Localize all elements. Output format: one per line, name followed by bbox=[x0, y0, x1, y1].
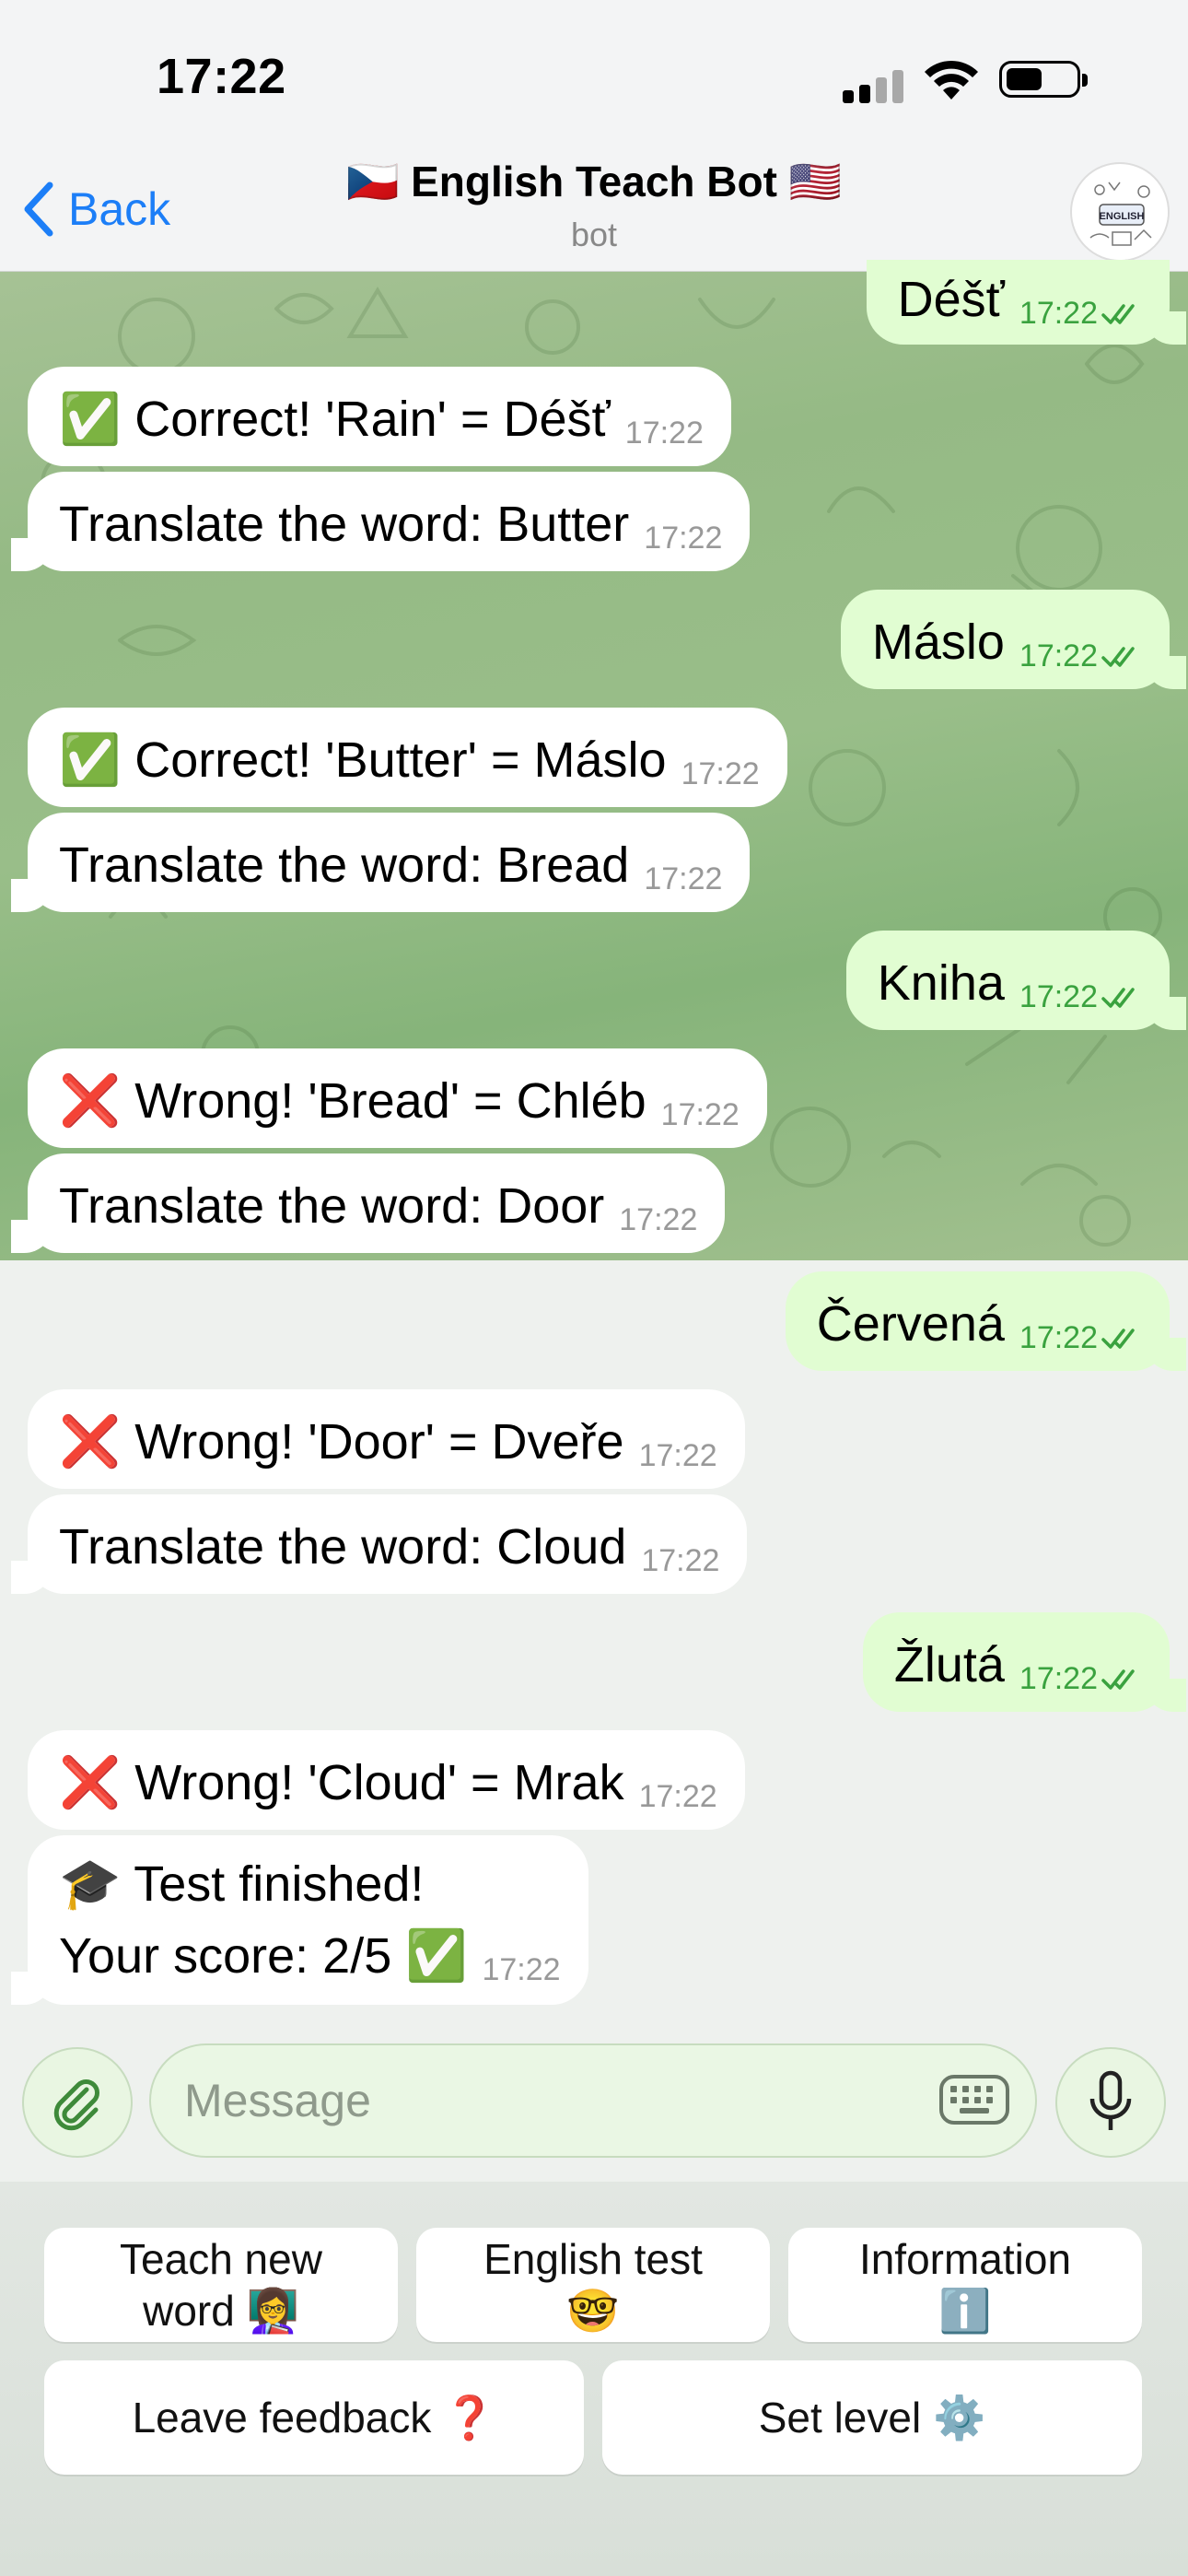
bot-avatar[interactable]: ENGLISH bbox=[1070, 162, 1170, 262]
double-check-icon bbox=[1101, 304, 1135, 324]
message-time: 17:22 bbox=[660, 1097, 740, 1132]
message-time: 17:22 bbox=[641, 1543, 720, 1578]
message-text: Translate the word: Cloud bbox=[59, 1519, 627, 1575]
message-time: 17:22 bbox=[638, 1438, 717, 1473]
message-text: Červená bbox=[816, 1296, 1005, 1352]
message-time: 17:22 bbox=[681, 756, 760, 791]
navigation-header: 17:22 Back 🇨🇿 English Teach Bot 🇺🇸 bot E… bbox=[0, 0, 1188, 272]
message-time: 17:22 bbox=[624, 416, 704, 451]
message-text: Translate the word: Butter bbox=[59, 497, 630, 552]
cellular-signal-icon bbox=[843, 66, 907, 103]
outgoing-message[interactable]: Déšť 17:22 bbox=[866, 260, 1187, 345]
double-check-icon bbox=[1101, 1329, 1135, 1349]
outgoing-message[interactable]: Žlutá 17:22 bbox=[862, 1612, 1187, 1712]
message-time: 17:22 bbox=[644, 521, 723, 556]
double-check-icon bbox=[1101, 988, 1135, 1008]
wifi-icon bbox=[925, 60, 978, 100]
avatar-label: ENGLISH bbox=[1100, 211, 1145, 222]
message-text: ❌ Wrong! 'Bread' = Chléb bbox=[59, 1073, 646, 1129]
message-text: ✅ Correct! 'Butter' = Máslo bbox=[59, 732, 667, 788]
message-time: 17:22 bbox=[1019, 638, 1098, 673]
incoming-message[interactable]: Translate the word: Door 17:22 bbox=[10, 1153, 726, 1253]
keyboard-icon[interactable] bbox=[938, 2071, 1011, 2128]
message-text: Žlutá bbox=[893, 1637, 1005, 1692]
double-check-icon bbox=[1101, 647, 1135, 667]
incoming-message[interactable]: 🎓 Test finished! Your score: 2/5 ✅ 17:22 bbox=[11, 1835, 588, 2005]
incoming-message[interactable]: Translate the word: Butter 17:22 bbox=[10, 472, 751, 571]
message-time: 17:22 bbox=[482, 1952, 561, 1987]
battery-icon bbox=[999, 61, 1088, 98]
status-time: 17:22 bbox=[157, 49, 286, 104]
microphone-icon bbox=[1089, 2070, 1132, 2130]
message-time: 17:22 bbox=[1019, 1661, 1098, 1696]
message-time: 17:22 bbox=[638, 1779, 717, 1814]
message-time: 17:22 bbox=[1019, 1320, 1098, 1355]
message-text-line-2: Your score: 2/5 ✅ bbox=[59, 1928, 468, 1984]
bot-reply-keyboard: Teach new word 👩‍🏫 English test 🤓 Informat… bbox=[0, 2182, 1188, 2576]
message-time: 17:22 bbox=[1019, 296, 1098, 331]
message-input[interactable]: Message bbox=[149, 2043, 1037, 2158]
message-text: ✅ Correct! 'Rain' = Déšť bbox=[59, 392, 611, 447]
message-placeholder: Message bbox=[184, 2075, 371, 2126]
information-button[interactable]: Information ℹ️ bbox=[788, 2228, 1142, 2342]
english-doodle-logo-icon: ENGLISH bbox=[1076, 168, 1168, 260]
outgoing-message[interactable]: Máslo 17:22 bbox=[840, 590, 1187, 689]
set-level-button[interactable]: Set level ⚙️ bbox=[602, 2360, 1142, 2475]
message-time: 17:22 bbox=[644, 861, 723, 896]
leave-feedback-button[interactable]: Leave feedback ❓ bbox=[44, 2360, 584, 2475]
incoming-message[interactable]: Translate the word: Cloud 17:22 bbox=[10, 1494, 748, 1594]
incoming-message[interactable]: ❌ Wrong! 'Door' = Dveře 17:22 bbox=[28, 1389, 745, 1489]
paperclip-icon bbox=[53, 2079, 99, 2131]
incoming-message[interactable]: ❌ Wrong! 'Cloud' = Mrak 17:22 bbox=[28, 1730, 745, 1830]
message-text: Déšť bbox=[897, 272, 1005, 327]
incoming-message[interactable]: Translate the word: Bread 17:22 bbox=[10, 813, 751, 912]
message-text: Máslo bbox=[871, 615, 1005, 670]
message-time: 17:22 bbox=[619, 1202, 698, 1237]
chat-title[interactable]: 🇨🇿 English Teach Bot 🇺🇸 bbox=[0, 157, 1188, 207]
english-test-button[interactable]: English test 🤓 bbox=[416, 2228, 770, 2342]
message-text: Translate the word: Door bbox=[59, 1178, 605, 1234]
outgoing-message[interactable]: Kniha 17:22 bbox=[845, 931, 1187, 1030]
teach-new-word-button[interactable]: Teach new word 👩‍🏫 bbox=[44, 2228, 398, 2342]
incoming-message[interactable]: ✅ Correct! 'Rain' = Déšť 17:22 bbox=[28, 367, 731, 466]
incoming-message[interactable]: ✅ Correct! 'Butter' = Máslo 17:22 bbox=[28, 708, 787, 807]
message-text: Translate the word: Bread bbox=[59, 837, 630, 893]
outgoing-message[interactable]: Červená 17:22 bbox=[785, 1271, 1187, 1371]
message-text-line-1: 🎓 Test finished! bbox=[59, 1856, 425, 1912]
message-text: Kniha bbox=[877, 955, 1005, 1011]
message-text: ❌ Wrong! 'Door' = Dveře bbox=[59, 1414, 624, 1469]
voice-record-button[interactable] bbox=[1055, 2047, 1166, 2158]
incoming-message[interactable]: ❌ Wrong! 'Bread' = Chléb 17:22 bbox=[28, 1048, 767, 1148]
chat-subtitle: bot bbox=[570, 216, 618, 253]
message-text: ❌ Wrong! 'Cloud' = Mrak bbox=[59, 1755, 624, 1810]
message-time: 17:22 bbox=[1019, 979, 1098, 1014]
attach-button[interactable] bbox=[22, 2047, 133, 2158]
double-check-icon bbox=[1101, 1669, 1135, 1690]
